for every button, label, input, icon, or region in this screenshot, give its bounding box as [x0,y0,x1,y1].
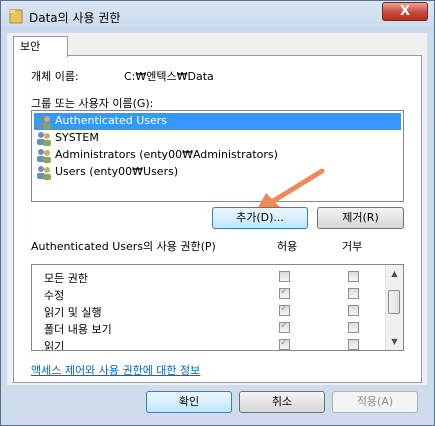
users-icon [37,132,51,146]
users-icon [37,149,51,163]
permission-name: 수정 [44,289,65,302]
permission-name: 읽기 및 실행 [44,306,102,319]
deny-checkbox[interactable] [348,288,359,299]
allow-checkbox[interactable] [279,303,290,316]
permissions-list[interactable]: 모든 권한 수정 읽기 및 실행 폴더 내용 보기 읽기 ▲ ▼ [31,264,404,351]
remove-button[interactable]: 제거(R) [317,207,404,229]
allow-checkbox[interactable] [279,320,290,333]
deny-checkbox[interactable] [348,339,359,350]
allow-checkbox[interactable] [279,286,290,299]
group-item-users[interactable]: Users (enty00₩Users) [34,164,401,181]
groups-label: 그룹 또는 사용자 이름(G): [31,97,154,110]
permission-row-read-execute: 읽기 및 실행 [32,303,382,320]
deny-checkbox[interactable] [348,271,359,282]
permission-row-full-control: 모든 권한 [32,269,382,286]
tab-security[interactable]: 보안 [13,36,68,57]
scroll-thumb[interactable] [388,290,400,314]
group-item-label: Administrators (enty00₩Administrators) [55,148,278,161]
permission-row-list-folder: 폴더 내용 보기 [32,320,382,337]
title-bar[interactable]: Data의 사용 권한 X [1,1,434,31]
allow-checkbox[interactable] [279,271,290,282]
scroll-up-icon[interactable]: ▲ [386,265,403,282]
groups-listbox[interactable]: Authenticated Users SYSTEM Administrator… [31,110,404,202]
window-title: Data의 사용 권한 [29,11,121,25]
permission-name: 폴더 내용 보기 [44,323,112,336]
group-item-system[interactable]: SYSTEM [34,130,401,147]
cancel-button[interactable]: 취소 [239,391,325,413]
group-item-label: SYSTEM [55,131,99,144]
permission-name: 모든 권한 [44,272,88,285]
deny-checkbox[interactable] [348,305,359,316]
users-icon [37,166,51,180]
deny-column-label: 거부 [342,240,363,253]
close-button[interactable]: X [382,2,428,21]
allow-checkbox[interactable] [279,337,290,350]
permissions-scrollbar[interactable]: ▲ ▼ [385,265,403,350]
group-item-label: Users (enty00₩Users) [55,165,179,178]
scroll-down-icon[interactable]: ▼ [386,333,403,350]
allow-column-label: 허용 [277,240,298,253]
group-item-authenticated-users[interactable]: Authenticated Users [34,113,401,130]
deny-checkbox[interactable] [348,322,359,333]
folder-icon [9,9,23,24]
object-name-value: C:₩엔텍스₩Data [124,70,214,83]
users-icon [37,115,51,129]
access-control-help-link[interactable]: 액세스 제어와 사용 권한에 대한 정보 [31,362,200,378]
apply-button[interactable]: 적용(A) [332,391,418,413]
object-name-label: 개체 이름: [31,70,79,83]
permission-name: 읽기 [44,340,65,351]
group-item-label: Authenticated Users [55,114,168,127]
permission-row-modify: 수정 [32,286,382,303]
permission-row-read: 읽기 [32,337,382,351]
group-item-administrators[interactable]: Administrators (enty00₩Administrators) [34,147,401,164]
add-button[interactable]: 추가(D)... [212,207,308,229]
permissions-header: Authenticated Users의 사용 권한(P) [31,240,216,253]
ok-button[interactable]: 확인 [146,391,232,413]
